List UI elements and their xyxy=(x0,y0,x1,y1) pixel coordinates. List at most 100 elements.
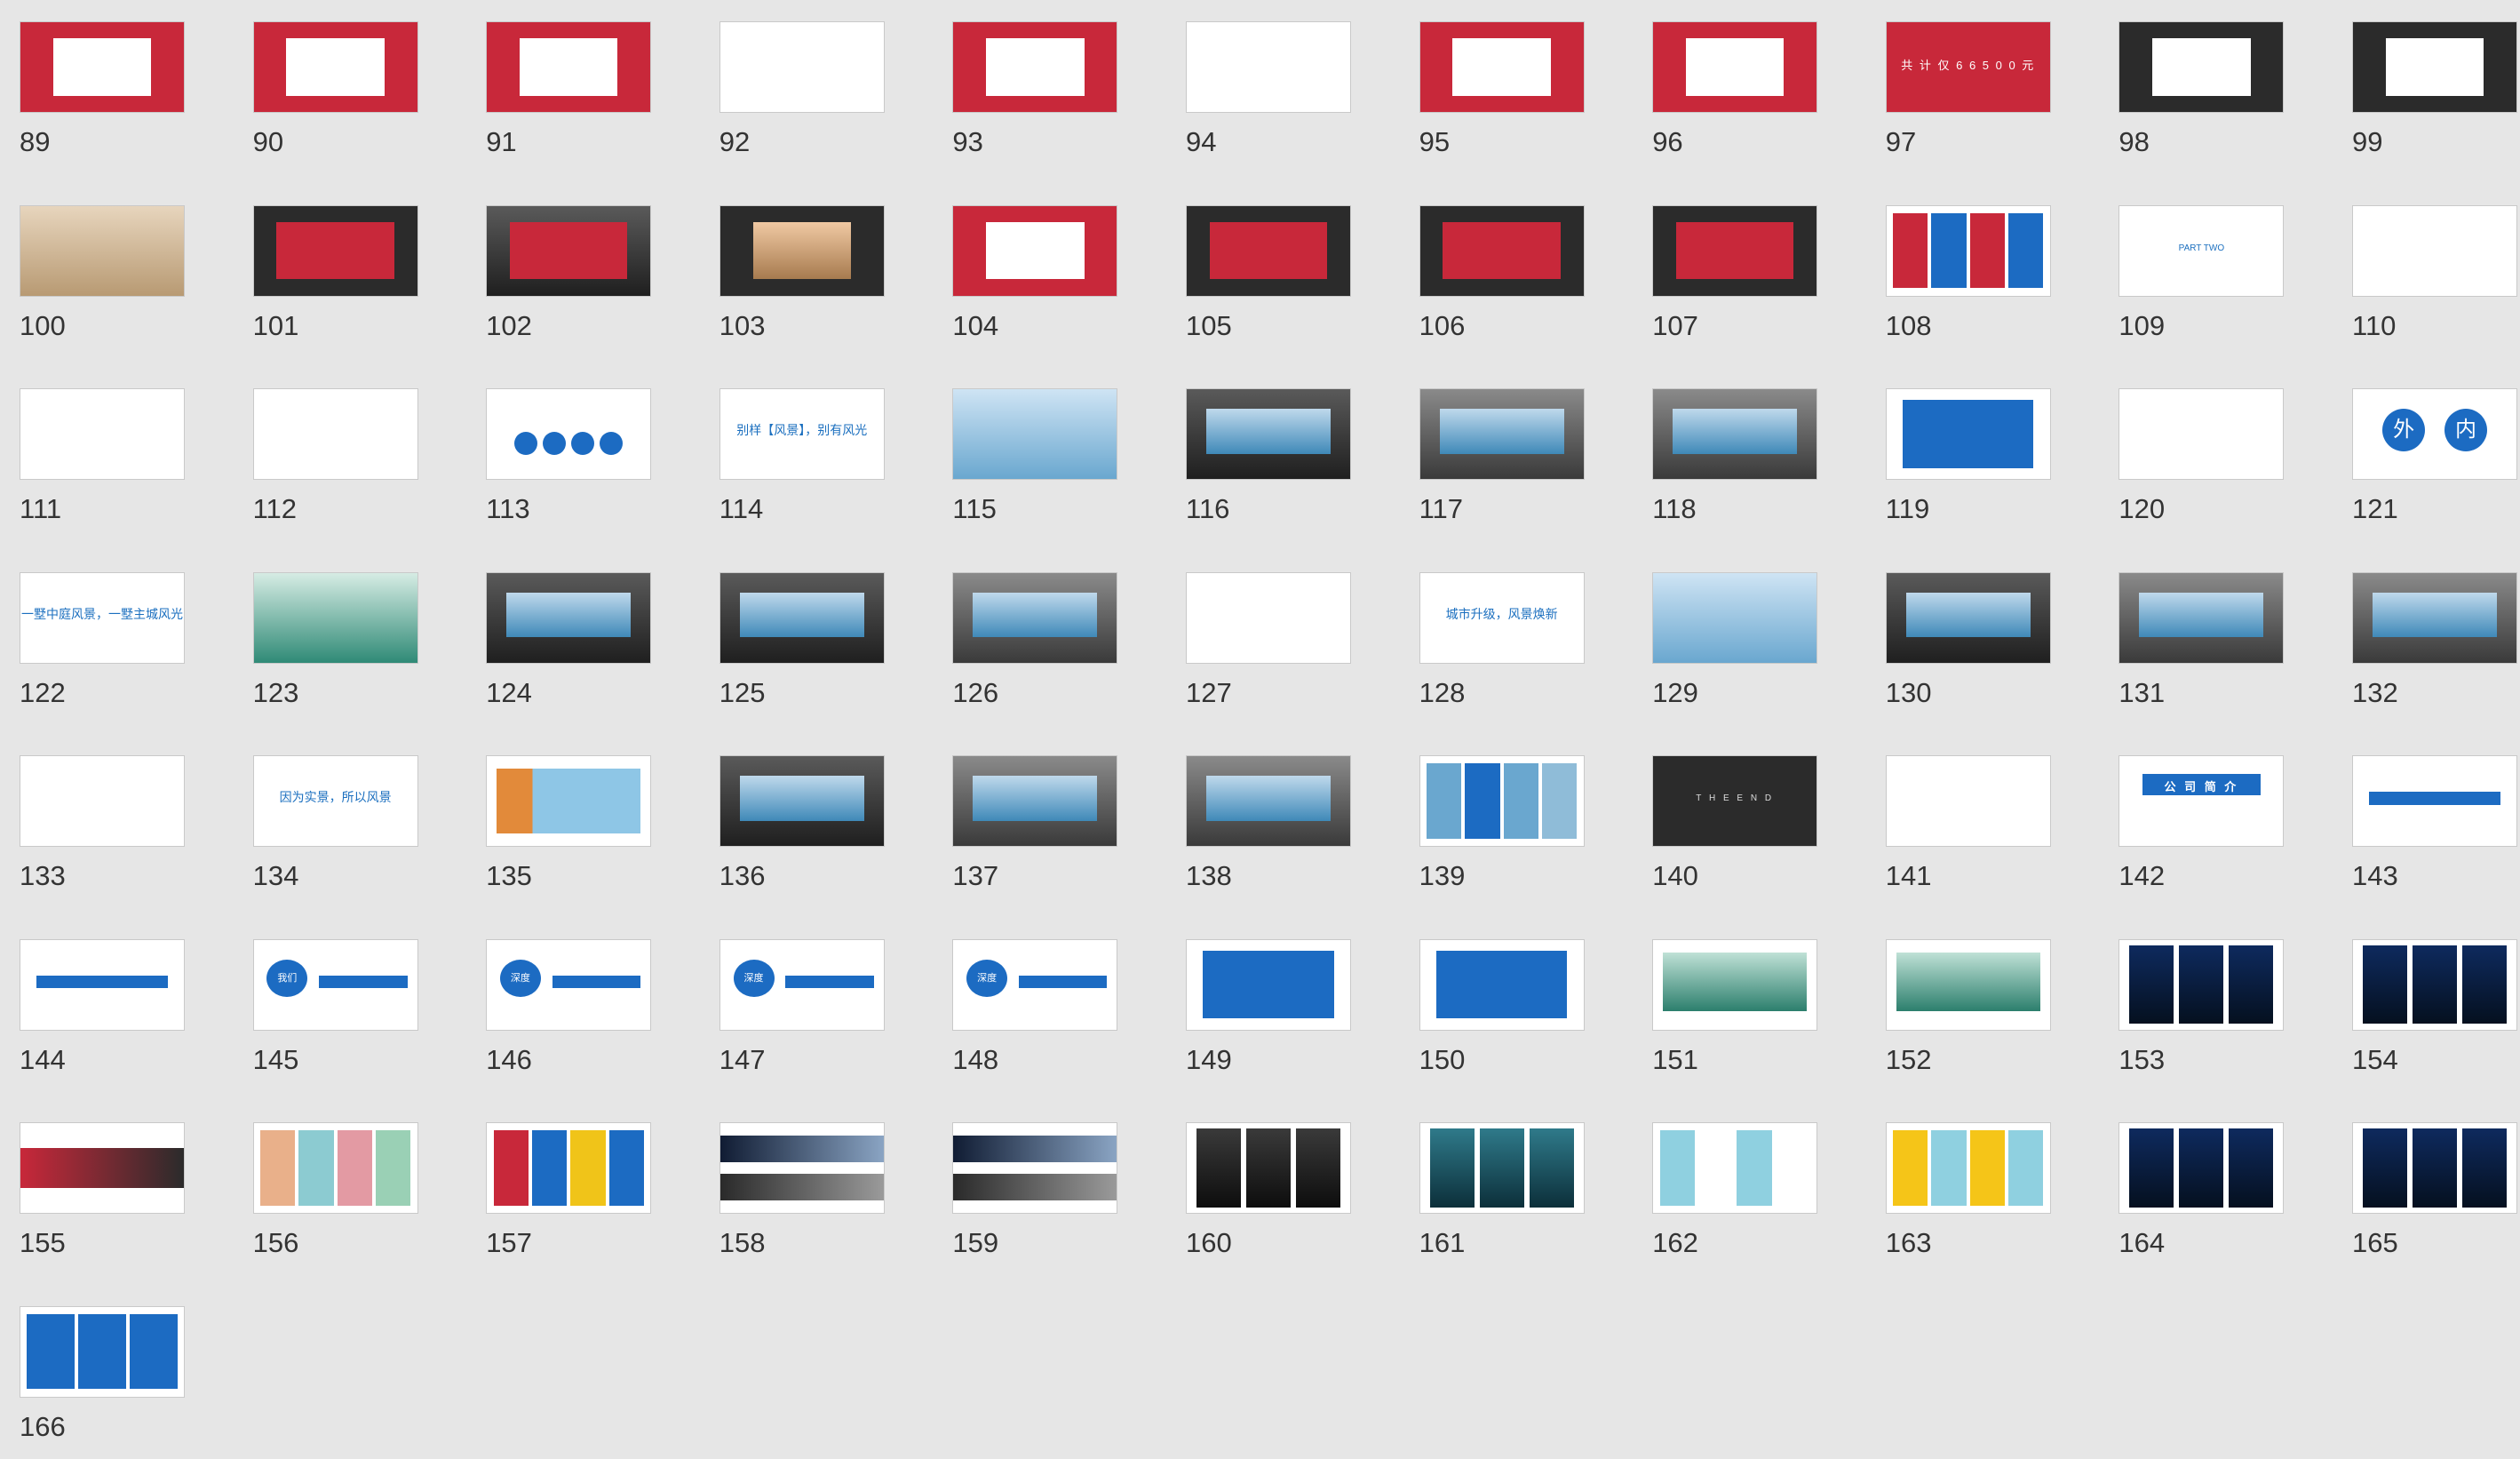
slide-thumbnail[interactable]: 138 xyxy=(1166,734,1351,903)
slide-thumbnail[interactable]: 165 xyxy=(2333,1101,2517,1270)
slide-preview[interactable] xyxy=(1652,388,1818,480)
slide-thumbnail[interactable]: 深度 147 xyxy=(700,918,885,1087)
slide-preview[interactable] xyxy=(1419,388,1585,480)
slide-thumbnail[interactable]: 157 xyxy=(466,1101,652,1270)
slide-thumbnail[interactable]: 119 xyxy=(1866,367,2051,536)
slide-preview[interactable] xyxy=(2352,938,2517,1031)
slide-thumbnail[interactable]: 共 计 仅 6 6 5 0 0 元 97 xyxy=(1866,0,2051,169)
slide-thumbnail[interactable]: 163 xyxy=(1866,1101,2051,1270)
slide-thumbnail[interactable]: 99 xyxy=(2333,0,2517,169)
slide-preview[interactable] xyxy=(1186,388,1351,480)
slide-thumbnail[interactable]: 115 xyxy=(933,367,1118,536)
slide-thumbnail[interactable]: 101 xyxy=(234,184,418,353)
slide-thumbnail[interactable]: 131 xyxy=(2099,551,2285,720)
slide-preview[interactable]: 公 司 简 介 xyxy=(2119,755,2285,847)
slide-thumbnail[interactable]: T H E E N D 140 xyxy=(1633,734,1818,903)
slide-preview[interactable] xyxy=(1885,1122,2051,1214)
slide-thumbnail[interactable]: 113 xyxy=(466,367,652,536)
slide-thumbnail[interactable]: 105 xyxy=(1166,184,1351,353)
slide-thumbnail[interactable]: 因为实景，所以风景 134 xyxy=(234,734,418,903)
slide-preview[interactable] xyxy=(719,204,885,297)
slide-preview[interactable] xyxy=(719,755,885,847)
slide-preview[interactable] xyxy=(2119,21,2285,113)
slide-preview[interactable] xyxy=(486,21,652,113)
slide-preview[interactable] xyxy=(1885,388,2051,480)
slide-thumbnail[interactable]: 91 xyxy=(466,0,652,169)
slide-preview[interactable]: PART TWO xyxy=(2119,204,2285,297)
slide-preview[interactable] xyxy=(252,1122,418,1214)
slide-thumbnail[interactable]: 96 xyxy=(1633,0,1818,169)
slide-thumbnail[interactable]: 159 xyxy=(933,1101,1118,1270)
slide-thumbnail[interactable]: 别样【风景】，别有风光 114 xyxy=(700,367,885,536)
slide-preview[interactable]: 外内 xyxy=(2352,388,2517,480)
slide-preview[interactable] xyxy=(719,21,885,113)
slide-thumbnail[interactable]: 141 xyxy=(1866,734,2051,903)
slide-preview[interactable] xyxy=(1419,1122,1585,1214)
slide-preview[interactable] xyxy=(1186,204,1351,297)
slide-preview[interactable]: 城市升级，风景焕新 xyxy=(1419,571,1585,664)
slide-preview[interactable] xyxy=(20,21,185,113)
slide-thumbnail[interactable]: 137 xyxy=(933,734,1118,903)
slide-preview[interactable] xyxy=(1186,21,1351,113)
slide-preview[interactable] xyxy=(2352,571,2517,664)
slide-preview[interactable] xyxy=(252,388,418,480)
slide-thumbnail[interactable]: 117 xyxy=(1400,367,1585,536)
slide-thumbnail[interactable]: 110 xyxy=(2333,184,2517,353)
slide-preview[interactable] xyxy=(719,571,885,664)
slide-thumbnail[interactable]: 95 xyxy=(1400,0,1585,169)
slide-thumbnail[interactable]: 155 xyxy=(0,1101,185,1270)
slide-preview[interactable] xyxy=(952,204,1118,297)
slide-thumbnail[interactable]: 164 xyxy=(2099,1101,2285,1270)
slide-preview[interactable] xyxy=(2119,388,2285,480)
slide-thumbnail[interactable]: 166 xyxy=(0,1285,185,1454)
slide-preview[interactable] xyxy=(486,1122,652,1214)
slide-thumbnail[interactable]: 156 xyxy=(234,1101,418,1270)
slide-preview[interactable] xyxy=(2352,204,2517,297)
slide-thumbnail[interactable]: 126 xyxy=(933,551,1118,720)
slide-preview[interactable] xyxy=(20,938,185,1031)
slide-preview[interactable]: 深度 xyxy=(486,938,652,1031)
slide-preview[interactable] xyxy=(1652,938,1818,1031)
slide-thumbnail[interactable]: 100 xyxy=(0,184,185,353)
slide-preview[interactable] xyxy=(486,571,652,664)
slide-preview[interactable] xyxy=(2119,571,2285,664)
slide-thumbnail[interactable]: 151 xyxy=(1633,918,1818,1087)
slide-preview[interactable] xyxy=(1186,938,1351,1031)
slide-preview[interactable] xyxy=(1186,1122,1351,1214)
slide-thumbnail[interactable]: 94 xyxy=(1166,0,1351,169)
slide-preview[interactable] xyxy=(1186,755,1351,847)
slide-thumbnail[interactable]: 161 xyxy=(1400,1101,1585,1270)
slide-thumbnail[interactable]: 162 xyxy=(1633,1101,1818,1270)
slide-thumbnail[interactable]: 90 xyxy=(234,0,418,169)
slide-thumbnail[interactable]: 92 xyxy=(700,0,885,169)
slide-preview[interactable] xyxy=(1419,755,1585,847)
slide-thumbnail[interactable]: 一墅中庭风景，一墅主城风光 122 xyxy=(0,551,185,720)
slide-preview[interactable] xyxy=(2352,1122,2517,1214)
slide-thumbnail[interactable]: PART TWO 109 xyxy=(2099,184,2285,353)
slide-preview[interactable] xyxy=(486,204,652,297)
slide-thumbnail[interactable]: 98 xyxy=(2099,0,2285,169)
slide-thumbnail[interactable]: 111 xyxy=(0,367,185,536)
slide-preview[interactable] xyxy=(252,21,418,113)
slide-thumbnail[interactable]: 89 xyxy=(0,0,185,169)
slide-thumbnail[interactable]: 深度 146 xyxy=(466,918,652,1087)
slide-preview[interactable] xyxy=(1419,938,1585,1031)
slide-thumbnail[interactable]: 93 xyxy=(933,0,1118,169)
slide-thumbnail[interactable]: 123 xyxy=(234,551,418,720)
slide-thumbnail[interactable]: 160 xyxy=(1166,1101,1351,1270)
slide-thumbnail[interactable]: 135 xyxy=(466,734,652,903)
slide-preview[interactable] xyxy=(952,388,1118,480)
slide-thumbnail[interactable]: 127 xyxy=(1166,551,1351,720)
slide-preview[interactable]: 别样【风景】，别有风光 xyxy=(719,388,885,480)
slide-preview[interactable] xyxy=(1652,571,1818,664)
slide-preview[interactable]: T H E E N D xyxy=(1652,755,1818,847)
slide-thumbnail[interactable]: 104 xyxy=(933,184,1118,353)
slide-preview[interactable] xyxy=(1885,204,2051,297)
slide-thumbnail[interactable]: 130 xyxy=(1866,551,2051,720)
slide-preview[interactable] xyxy=(1652,1122,1818,1214)
slide-thumbnail[interactable]: 149 xyxy=(1166,918,1351,1087)
slide-thumbnail[interactable]: 103 xyxy=(700,184,885,353)
slide-preview[interactable] xyxy=(1885,571,2051,664)
slide-thumbnail[interactable]: 120 xyxy=(2099,367,2285,536)
slide-preview[interactable] xyxy=(952,1122,1118,1214)
